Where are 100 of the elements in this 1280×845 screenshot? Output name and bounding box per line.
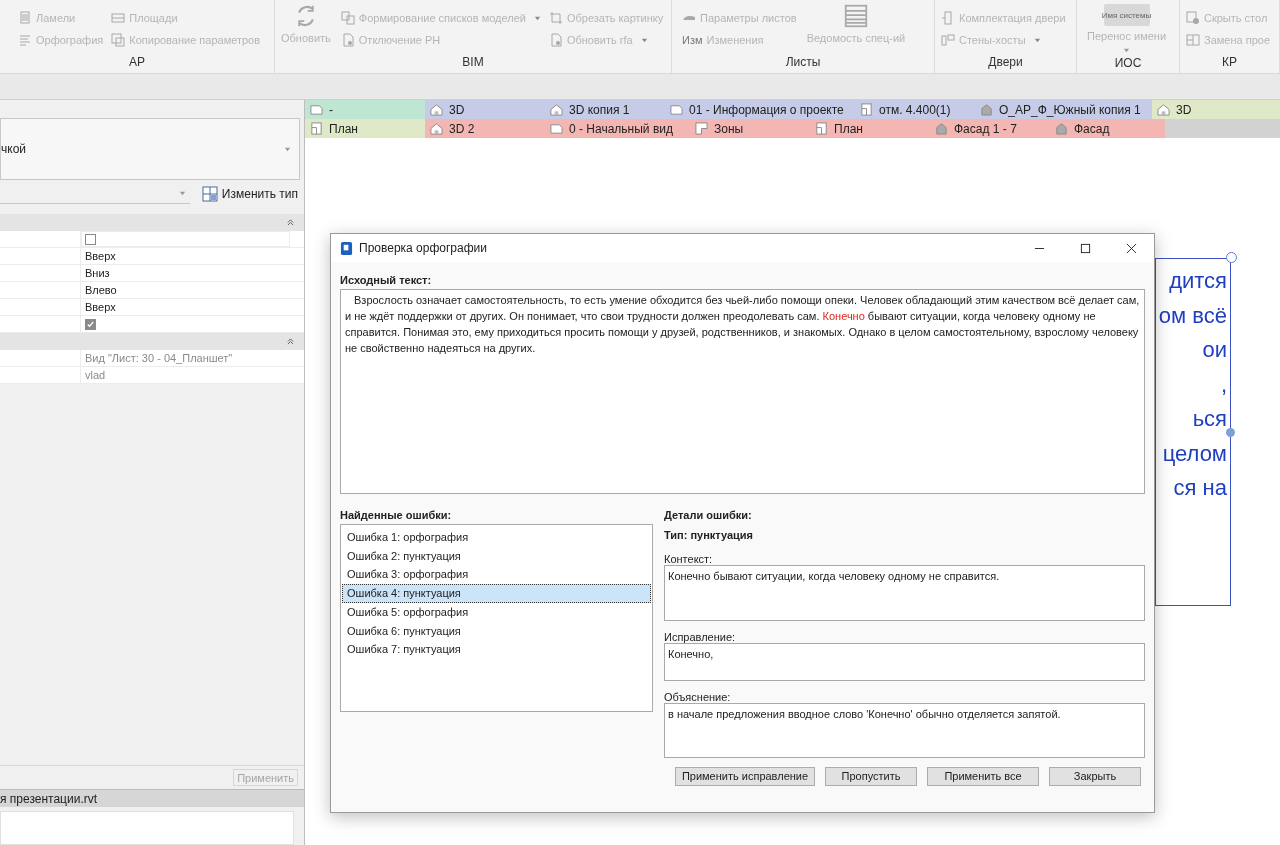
property-cell[interactable]: Вверх <box>81 299 290 315</box>
canvas-text-line: ом всё <box>1158 301 1227 330</box>
ribbon-button[interactable]: Имя системы Перенос имени <box>1085 4 1169 54</box>
view-tab[interactable]: План <box>810 119 930 138</box>
view-tab[interactable]: 01 - Информация о проекте <box>665 100 855 119</box>
view-tab[interactable]: 0 - Начальный вид <box>545 119 690 138</box>
error-list-item[interactable]: Ошибка 2: пунктуация <box>342 546 651 566</box>
dialog-button[interactable]: Пропустить <box>825 767 917 786</box>
house-icon <box>1157 103 1170 116</box>
view-tab[interactable]: 3D <box>1152 100 1280 119</box>
edit-type-icon <box>201 186 218 202</box>
property-cell[interactable]: Вверх <box>81 248 290 264</box>
copy-icon <box>111 33 126 47</box>
correction-field[interactable]: Конечно, <box>664 643 1145 681</box>
collapse-icon[interactable] <box>287 219 294 226</box>
view-tab[interactable]: 3D копия 1 <box>545 100 665 119</box>
panel-label: КР <box>1221 54 1238 71</box>
caret-icon <box>178 190 186 197</box>
view-tab[interactable]: отм. 4.400(1) <box>855 100 975 119</box>
wall-icon <box>941 33 955 47</box>
text-lines-icon <box>18 33 32 47</box>
context-field[interactable]: Конечно бывают ситуации, когда человеку одному не справится. <box>664 565 1145 621</box>
icon-label: Имя системы <box>1103 4 1150 26</box>
property-cell[interactable] <box>81 231 290 247</box>
error-list-item[interactable]: Ошибка 7: пунктуация <box>342 640 651 659</box>
maximize-icon <box>1079 242 1091 254</box>
crop-icon <box>548 11 563 25</box>
view-tab[interactable]: Фасад <box>1050 119 1165 138</box>
section-label: Исходный текст: <box>340 273 433 288</box>
stacked-sheets-icon <box>340 11 355 25</box>
ribbon-button[interactable]: Изм Изменения <box>682 32 797 48</box>
floor-plan-icon <box>815 122 828 135</box>
type-selector[interactable]: чкой <box>0 118 300 180</box>
error-list-item[interactable]: Ошибка 4: пунктуация <box>342 584 651 603</box>
property-value: Вид "Лист: 30 - 04_Планшет" <box>85 350 233 366</box>
canvas-text-line: ои <box>1202 336 1227 364</box>
errors-list[interactable]: Ошибка 1: орфография Ошибка 2: пунктуация Ошибка 3: орфография Ошибка 4: пунктуация Ошибка 5: орфография Ошибка 6: пунктуация Ошибка 7: пунктуация <box>340 524 653 712</box>
panel-icon <box>1186 33 1200 47</box>
browser-title: я презентации.rvt <box>0 790 98 808</box>
property-cell[interactable]: Влево <box>81 282 290 298</box>
checkbox[interactable] <box>85 233 96 245</box>
field-label: Объяснение: <box>664 690 732 703</box>
section-label: Детали ошибки: <box>664 508 753 523</box>
source-text-area[interactable] <box>340 289 1145 494</box>
panel-label: Листы <box>784 54 822 71</box>
sheet-icon <box>550 122 563 135</box>
document-icon <box>340 33 355 47</box>
view-tab[interactable]: Фасад 1 - 7 <box>930 119 1050 138</box>
panel-label: Двери <box>987 54 1024 71</box>
property-value: Вверх <box>85 248 116 264</box>
view-tab[interactable]: - <box>305 100 425 119</box>
dialog-button[interactable]: Закрыть <box>1049 767 1141 786</box>
canvas-text-line: ся на <box>1173 474 1227 502</box>
explanation-field[interactable]: в начале предложения вводное слово 'Конечно' обычно отделяется запятой. <box>664 703 1145 758</box>
error-list-item[interactable]: Ошибка 5: орфография <box>342 602 651 622</box>
dialog-button[interactable]: Применить исправление <box>675 767 815 786</box>
sheet-icon <box>670 103 683 116</box>
error-list-item[interactable]: Ошибка 6: пунктуация <box>342 621 651 641</box>
canvas-text-line: , <box>1220 370 1227 399</box>
view-tab[interactable]: 3D 2 <box>425 119 545 138</box>
house-icon <box>550 103 563 116</box>
sheet-icon <box>310 103 323 116</box>
rotate-handle[interactable] <box>1226 252 1237 263</box>
elevation-icon <box>935 122 948 135</box>
source-text: Взрослость означает самостоятельность, то есть умение обходится без чьей-либо помощи опеки. Человек обладающий этим качеством всё делает сам, и не ждёт поддержки от других. Он понимает, что свои трудности должен преодолевать сам. Конечно бывают ситуации, когда человеку одному не справится. Понимая это, ему приходиться просить помощи у друзей, родственников, и знакомых. Однако в целом самостоятельному, взрослому человеку не свойственно надеяться на других. <box>345 293 1140 356</box>
field-label: Исправление: <box>664 630 737 643</box>
app-icon <box>340 241 353 255</box>
type-name: чкой <box>1 141 26 158</box>
error-type: Тип: пунктуация <box>664 528 755 543</box>
window-title: Проверка орфографии <box>359 240 488 257</box>
canvas-text-line: целом <box>1162 439 1227 468</box>
panel-label: BIM <box>461 54 485 71</box>
edit-type-button[interactable]: Изменить тип <box>201 185 298 203</box>
property-cell[interactable]: vlad <box>81 367 290 383</box>
property-cell[interactable]: Вниз <box>81 265 290 281</box>
property-value: vlad <box>85 367 106 383</box>
view-tab[interactable]: Зоны <box>690 119 810 138</box>
view-tab[interactable]: О_АР_Ф_Южный копия 1 <box>975 100 1152 119</box>
error-list-item[interactable]: Ошибка 3: орфография <box>342 565 651 585</box>
panel-label: АР <box>128 54 146 71</box>
property-value: Вверх <box>85 299 116 315</box>
property-cell[interactable]: Вид "Лист: 30 - 04_Планшет" <box>81 350 290 366</box>
door-icon <box>941 11 955 25</box>
view-tab[interactable]: План <box>305 119 425 138</box>
canvas-text-line: дится <box>1169 267 1227 295</box>
icon-label: Изм <box>682 32 703 48</box>
house-icon <box>430 122 443 135</box>
panel-label: ИОС <box>1113 54 1143 72</box>
field-label: Контекст: <box>664 552 714 565</box>
section-label: Найденные ошибки: <box>340 508 453 523</box>
table-icon <box>843 4 868 28</box>
resize-handle[interactable] <box>1226 428 1235 437</box>
view-tab[interactable]: 3D <box>425 100 545 119</box>
house-icon <box>430 103 443 116</box>
collapse-icon[interactable] <box>287 338 294 345</box>
canvas-text-line: ься <box>1192 405 1227 433</box>
property-value: Вниз <box>85 265 110 281</box>
checkbox[interactable] <box>85 318 96 330</box>
error-list-item[interactable]: Ошибка 1: орфография <box>342 528 651 547</box>
dialog-button[interactable]: Применить все <box>927 767 1039 786</box>
